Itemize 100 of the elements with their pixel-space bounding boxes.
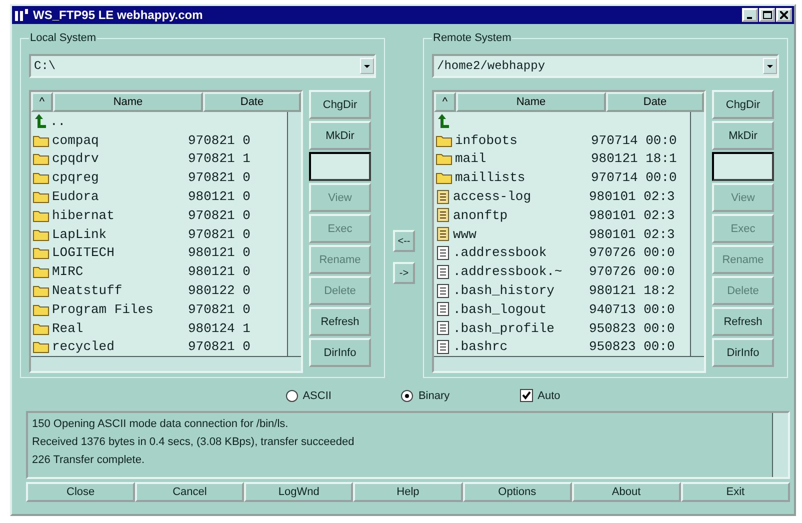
file-row[interactable]: www 980101 02:3	[434, 224, 690, 244]
file-date: 970821 1	[188, 151, 250, 166]
bottom-button[interactable]: Cancel	[135, 482, 244, 502]
transfer-button[interactable]: <--	[393, 230, 415, 252]
file-name: mail	[455, 151, 488, 166]
file-name: cpqreg	[52, 170, 100, 186]
file-row[interactable]: maillists 970714 00:0	[434, 168, 690, 188]
folder-icon	[33, 190, 49, 204]
file-row[interactable]: .bash_logout 940713 00:0	[434, 300, 690, 319]
mode-radio[interactable]: ASCII	[286, 389, 332, 402]
column-header[interactable]: Date	[203, 92, 301, 112]
file-date: 980121 0	[188, 189, 250, 204]
radio-button[interactable]	[401, 390, 414, 402]
vertical-scrollbar[interactable]	[772, 413, 788, 478]
minimize-button[interactable]	[742, 8, 758, 22]
folder-icon	[33, 284, 49, 298]
file-row[interactable]: Program Files 970821 0	[31, 300, 287, 319]
file-date: 970726 00:0	[589, 264, 675, 280]
file-row[interactable]: .addressbook.~ 970726 00:0	[434, 262, 690, 282]
file-row[interactable]: LOGITECH 980121 0	[31, 244, 287, 262]
side-button[interactable]: DirInfo	[309, 338, 371, 367]
file-row[interactable]: access-log 980101 02:3	[434, 187, 690, 206]
folder-icon	[33, 152, 49, 166]
file-row[interactable]: cpqreg 970821 0	[31, 168, 287, 188]
document-icon	[436, 190, 450, 204]
file-row[interactable]: recycled 970821 0	[31, 338, 287, 356]
file-row[interactable]: mail 980121 18:1	[434, 150, 690, 168]
file-row[interactable]: ..	[31, 112, 287, 131]
column-header[interactable]: ^	[31, 92, 53, 112]
file-date: 980122 0	[188, 283, 250, 298]
column-header[interactable]: Name	[53, 92, 203, 112]
file-name: access-log	[453, 189, 532, 204]
bottom-button[interactable]: Exit	[680, 482, 790, 502]
radio-label: Binary	[418, 390, 450, 402]
column-header[interactable]: ^	[434, 92, 456, 112]
folder-icon	[33, 302, 49, 316]
bottom-button[interactable]: Close	[26, 482, 136, 502]
file-name: recycled	[52, 339, 116, 354]
folder-icon	[33, 340, 49, 354]
file-row[interactable]: hibernat 970821 0	[31, 206, 287, 225]
maximize-button[interactable]	[759, 8, 775, 22]
path-dropdown[interactable]: /home2/webhappy	[432, 54, 779, 78]
folder-icon	[33, 265, 49, 278]
folder-icon	[436, 152, 452, 166]
dropdown-icon	[360, 58, 374, 74]
file-date: 980101 02:3	[589, 208, 675, 223]
file-name: cpqdrv	[52, 151, 100, 166]
column-header[interactable]: Date	[606, 92, 704, 112]
mode-radio[interactable]: Binary	[401, 389, 450, 402]
input-field[interactable]	[712, 152, 774, 181]
file-date: 970821 0	[188, 132, 250, 148]
file-name: Eudora	[52, 189, 100, 204]
file-row[interactable]: infobots 970714 00:0	[434, 130, 690, 150]
side-button[interactable]: MkDir	[309, 121, 371, 150]
folder-icon	[33, 228, 49, 241]
file-icon	[436, 302, 450, 316]
close-button[interactable]	[776, 8, 792, 22]
file-row[interactable]: .bash_profile 950823 00:0	[434, 318, 690, 338]
file-row[interactable]: anonftp 980101 02:3	[434, 206, 690, 225]
file-row[interactable]: Real 980124 1	[31, 318, 287, 338]
vertical-scrollbar[interactable]	[287, 112, 301, 356]
radio-label: ASCII	[302, 390, 332, 402]
folder-icon	[436, 171, 452, 184]
side-button[interactable]: Refresh	[309, 307, 371, 336]
file-row[interactable]: Neatstuff 980122 0	[31, 281, 287, 300]
file-date: 980121 0	[188, 264, 250, 280]
transfer-button[interactable]: ->	[393, 262, 415, 284]
checkbox[interactable]	[520, 389, 533, 402]
horizontal-scrollbar[interactable]	[434, 356, 704, 372]
vertical-scrollbar[interactable]	[690, 112, 704, 356]
file-date: 970726 00:0	[589, 245, 675, 260]
file-row[interactable]: LapLink 970821 0	[31, 224, 287, 244]
bottom-button[interactable]: Help	[353, 482, 463, 502]
bottom-button[interactable]: About	[572, 482, 681, 502]
bottom-button[interactable]: LogWnd	[244, 482, 354, 502]
input-field[interactable]	[309, 152, 371, 181]
file-name: Neatstuff	[52, 283, 124, 298]
radio-button[interactable]	[286, 390, 298, 402]
file-row[interactable]: .addressbook 970726 00:0	[434, 244, 690, 262]
file-name: LOGITECH	[52, 245, 116, 260]
file-row[interactable]: .bash_history 980121 18:2	[434, 281, 690, 300]
file-row[interactable]: Eudora 980121 0	[31, 187, 287, 206]
file-name: ..	[50, 114, 67, 129]
file-icon	[436, 284, 450, 298]
side-button[interactable]: MkDir	[712, 121, 774, 150]
side-button[interactable]: DirInfo	[712, 338, 774, 367]
path-dropdown[interactable]: C:\	[29, 54, 376, 78]
side-button[interactable]: ChgDir	[309, 90, 371, 119]
file-name: .bashrc	[453, 339, 509, 354]
file-date: 950823 00:0	[589, 339, 675, 354]
horizontal-scrollbar[interactable]	[31, 356, 301, 372]
file-row[interactable]: MIRC 980121 0	[31, 262, 287, 282]
side-button[interactable]: ChgDir	[712, 90, 774, 119]
file-row[interactable]: compaq 970821 0	[31, 130, 287, 150]
file-row[interactable]: .bashrc 950823 00:0	[434, 338, 690, 356]
file-row[interactable]: cpqdrv 970821 1	[31, 150, 287, 168]
file-name: maillists	[455, 170, 526, 186]
column-header[interactable]: Name	[456, 92, 606, 112]
side-button[interactable]: Refresh	[712, 307, 774, 336]
bottom-button[interactable]: Options	[462, 482, 572, 502]
